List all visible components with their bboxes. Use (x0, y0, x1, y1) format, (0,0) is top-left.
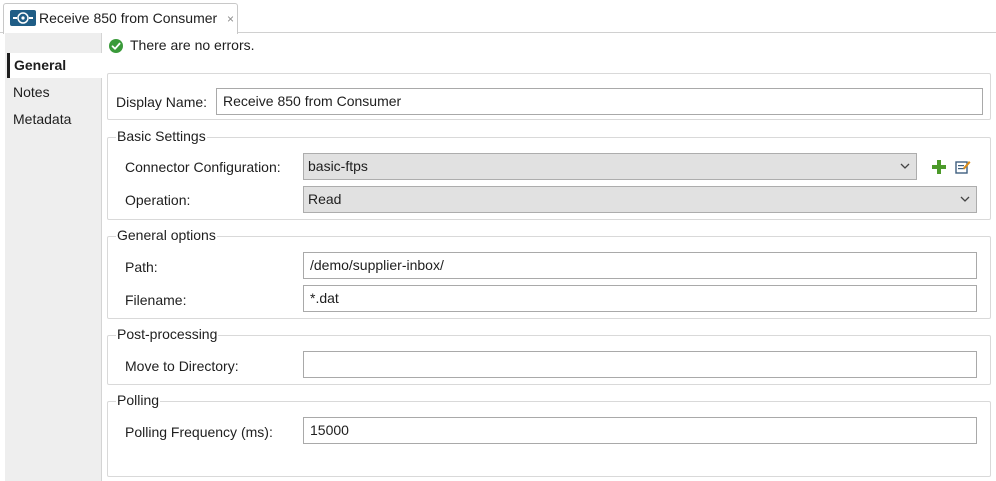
path-input[interactable]: /demo/supplier-inbox/ (303, 252, 977, 279)
sidebar-item-general[interactable]: General (7, 53, 102, 78)
connector-configuration-value: basic-ftps (308, 158, 368, 174)
display-name-section: Display Name: Receive 850 from Consumer (107, 73, 991, 120)
move-to-directory-input[interactable] (303, 351, 977, 378)
basic-settings-section: Basic Settings Connector Configuration: … (107, 128, 991, 220)
path-label: Path: (125, 259, 158, 275)
polling-legend: Polling (116, 392, 161, 408)
general-options-legend: General options (116, 227, 217, 243)
general-options-section: General options Path: /demo/supplier-inb… (107, 227, 991, 319)
operation-select[interactable]: Read (303, 186, 977, 213)
display-name-input[interactable]: Receive 850 from Consumer (216, 88, 983, 115)
connector-configuration-label: Connector Configuration: (125, 159, 281, 175)
editor-tab[interactable]: Receive 850 from Consumer × (3, 3, 238, 34)
polling-frequency-label: Polling Frequency (ms): (125, 424, 273, 440)
filename-label: Filename: (125, 292, 187, 308)
sidebar-item-metadata[interactable]: Metadata (7, 107, 102, 132)
post-processing-legend: Post-processing (116, 326, 219, 342)
connector-configuration-select[interactable]: basic-ftps (303, 153, 917, 180)
move-to-directory-label: Move to Directory: (125, 358, 239, 374)
editor-tab-bar: Receive 850 from Consumer × (0, 0, 996, 34)
post-processing-section: Post-processing Move to Directory: (107, 326, 991, 385)
sidebar-item-notes[interactable]: Notes (7, 80, 102, 105)
close-icon[interactable]: × (227, 12, 234, 26)
polling-section: Polling Polling Frequency (ms): 15000 (107, 392, 991, 477)
display-name-label: Display Name: (116, 94, 208, 110)
basic-settings-legend: Basic Settings (116, 128, 207, 144)
chevron-down-icon (900, 163, 910, 169)
plus-icon[interactable] (930, 158, 948, 176)
operation-label: Operation: (125, 192, 191, 208)
operation-value: Read (308, 191, 342, 207)
status-text: There are no errors. (130, 37, 255, 53)
check-circle-icon (109, 39, 123, 53)
sidebar: General Notes Metadata (5, 33, 102, 481)
tab-title: Receive 850 from Consumer (39, 10, 218, 26)
connector-icon (10, 10, 36, 26)
chevron-down-icon (960, 196, 970, 202)
edit-icon[interactable] (954, 158, 972, 176)
polling-frequency-input[interactable]: 15000 (303, 417, 977, 444)
filename-input[interactable]: *.dat (303, 285, 977, 312)
